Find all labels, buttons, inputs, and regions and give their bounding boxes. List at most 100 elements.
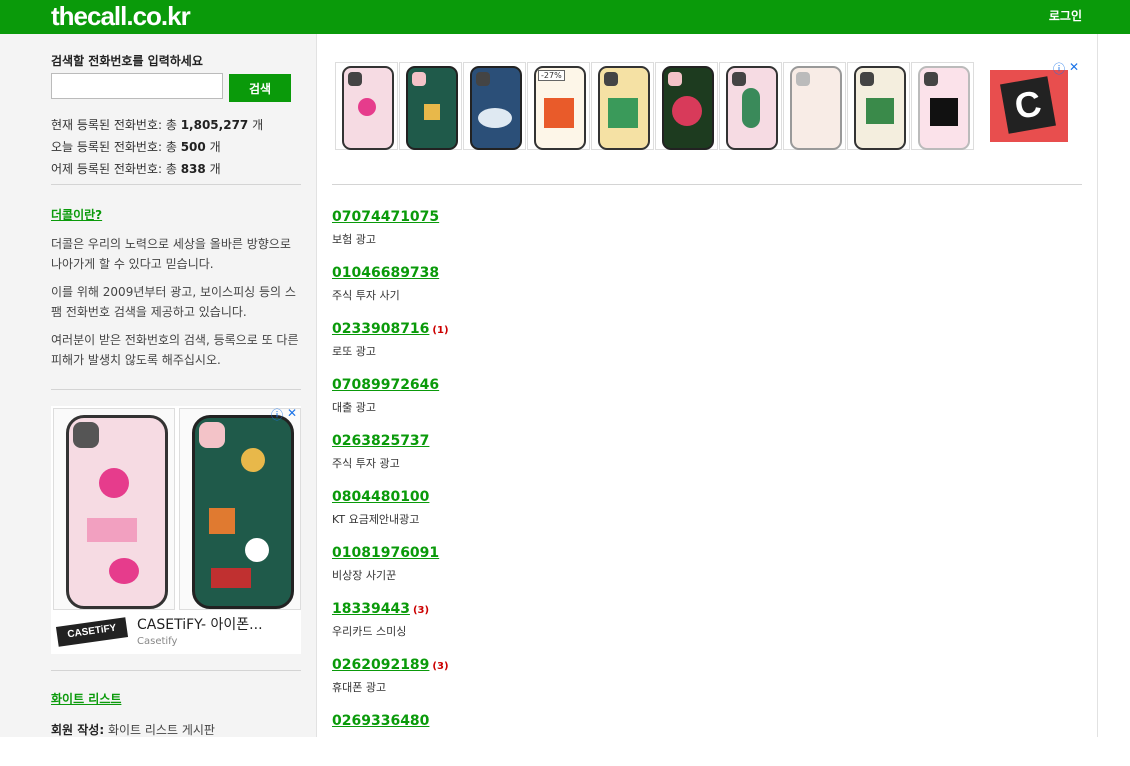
sticker-pattern-icon xyxy=(544,98,574,128)
report-count: (1) xyxy=(432,325,449,336)
camera-icon xyxy=(73,422,99,448)
whitelist-link[interactable]: 화이트 리스트 xyxy=(51,692,121,706)
whitelist-section: 화이트 리스트 회원 작성: 화이트 리스트 게시판 xyxy=(51,688,301,738)
dino-icon xyxy=(742,88,760,128)
discount-badge: -27% xyxy=(538,70,565,81)
about-paragraph-2: 이를 위해 2009년부터 광고, 보이스피싱 등의 스팸 전화번호 검색을 제… xyxy=(51,285,296,319)
list-item: 0262092189 (3) 휴대폰 광고 xyxy=(332,654,1072,710)
phone-number-link[interactable]: 0269336480 xyxy=(332,713,429,729)
list-item: 18339443 (3) 우리카드 스미싱 xyxy=(332,598,1072,654)
camera-icon xyxy=(348,72,362,86)
divider xyxy=(51,670,301,671)
yin-yang-icon xyxy=(245,538,269,562)
phone-number-link[interactable]: 0804480100 xyxy=(332,489,429,505)
top-banner-ad[interactable]: -27% C ⓘ ✕ xyxy=(333,60,1083,152)
login-link[interactable]: 로그인 xyxy=(1049,7,1082,24)
phone-number-link[interactable]: 0263825737 xyxy=(332,433,429,449)
about-paragraph-1: 더콜은 우리의 노력으로 세상을 올바른 방향으로 나아가게 할 수 있다고 믿… xyxy=(51,237,291,271)
camera-icon xyxy=(604,72,618,86)
brand-logo-icon[interactable]: C xyxy=(990,70,1068,142)
pattern-icon xyxy=(424,104,440,120)
phone-case-image xyxy=(662,66,714,150)
phone-number-link[interactable]: 0233908716 xyxy=(332,321,429,337)
number-description: 주식 투자 광고 xyxy=(332,457,400,470)
ad-product-image[interactable] xyxy=(463,62,526,150)
phone-case-image xyxy=(726,66,778,150)
phone-case-image xyxy=(598,66,650,150)
frog-icon xyxy=(866,98,894,124)
list-item: 07074471075 보험 광고 xyxy=(332,206,1072,262)
ad-product-image[interactable] xyxy=(179,408,301,610)
stat-today: 오늘 등록된 전화번호: 총 500 개 xyxy=(51,140,221,154)
list-item: 0233908716 (1) 로또 광고 xyxy=(332,318,1072,374)
ad-info-icon[interactable]: ⓘ xyxy=(271,406,283,423)
ad-info-icon[interactable]: ⓘ xyxy=(1053,60,1065,77)
about-section: 더콜이란? 더콜은 우리의 노력으로 세상을 올바른 방향으로 나아가게 할 수… xyxy=(51,204,301,370)
divider xyxy=(51,389,301,390)
site-logo[interactable]: thecall.co.kr xyxy=(51,1,191,32)
ad-product-image[interactable] xyxy=(399,62,462,150)
pattern-icon xyxy=(211,568,251,588)
ad-close-icon[interactable]: ✕ xyxy=(1069,60,1079,74)
ad-close-icon[interactable]: ✕ xyxy=(287,406,297,420)
list-item: 0804480100 KT 요금제안내광고 xyxy=(332,486,1072,542)
divider xyxy=(332,184,1082,185)
phone-number-link[interactable]: 07089972646 xyxy=(332,377,439,393)
phone-number-link[interactable]: 07074471075 xyxy=(332,209,439,225)
phone-case-image xyxy=(406,66,458,150)
search-input[interactable] xyxy=(51,73,223,99)
camera-icon xyxy=(476,72,490,86)
ad-product-image[interactable] xyxy=(847,62,910,150)
phone-number-link[interactable]: 18339443 xyxy=(332,601,410,617)
number-description: 로또 광고 xyxy=(332,345,376,358)
number-description: 대출 광고 xyxy=(332,401,376,414)
phone-number-link[interactable]: 0262092189 xyxy=(332,657,429,673)
ad-product-image[interactable]: -27% xyxy=(527,62,590,150)
phone-number-link[interactable]: 01046689738 xyxy=(332,265,439,281)
report-count: (3) xyxy=(412,605,430,616)
about-paragraph-3: 여러분이 받은 전화번호의 검색, 등록으로 또 다른 피해가 발생치 않도록 … xyxy=(51,333,299,367)
list-item: 0269336480 xyxy=(332,710,1072,766)
phone-case-image xyxy=(854,66,906,150)
ad-product-image[interactable] xyxy=(53,408,175,610)
sidebar-ad[interactable]: ⓘ ✕ CASETiFY CASETiFY- 아이폰... Casetify xyxy=(51,406,301,654)
number-description: 휴대폰 광고 xyxy=(332,681,387,694)
berry-icon xyxy=(672,96,702,126)
report-count: (3) xyxy=(432,661,449,672)
number-description: 보험 광고 xyxy=(332,233,376,246)
number-description: 우리카드 스미싱 xyxy=(332,625,407,638)
whitelist-board-link[interactable]: 화이트 리스트 게시판 xyxy=(104,723,215,737)
stats-block: 현재 등록된 전화번호: 총 1,805,277 개 오늘 등록된 전화번호: … xyxy=(51,114,301,180)
camera-icon xyxy=(924,72,938,86)
heart-icon xyxy=(109,558,139,584)
main-content: -27% C ⓘ ✕ 07074471075 보험 광고 01046689738 주… xyxy=(317,34,1098,737)
ad-product-image[interactable] xyxy=(335,62,398,150)
ad-product-image[interactable] xyxy=(719,62,782,150)
pattern-icon xyxy=(209,508,235,534)
camera-icon xyxy=(860,72,874,86)
list-item: 0263825737 주식 투자 광고 xyxy=(332,430,1072,486)
phone-number-link[interactable]: 01081976091 xyxy=(332,545,439,561)
list-item: 07089972646 대출 광고 xyxy=(332,374,1072,430)
camera-icon xyxy=(732,72,746,86)
stat-total: 현재 등록된 전화번호: 총 1,805,277 개 xyxy=(51,118,264,132)
sidebar: 검색할 전화번호를 입력하세요 검색 현재 등록된 전화번호: 총 1,805,… xyxy=(0,34,317,737)
member-line: 회원 작성: 화이트 리스트 게시판 xyxy=(51,723,215,737)
cat-icon xyxy=(930,98,958,126)
ad-product-image[interactable] xyxy=(911,62,974,150)
search-button[interactable]: 검색 xyxy=(229,74,291,102)
camera-icon xyxy=(199,422,225,448)
phone-case-image xyxy=(66,415,168,609)
camera-icon xyxy=(412,72,426,86)
stat-yesterday: 어제 등록된 전화번호: 총 838 개 xyxy=(51,162,221,176)
ad-product-image[interactable] xyxy=(783,62,846,150)
phone-case-image xyxy=(342,66,394,150)
ad-product-image[interactable] xyxy=(655,62,718,150)
phone-case-image xyxy=(790,66,842,150)
ad-product-image[interactable] xyxy=(591,62,654,150)
phone-case-image xyxy=(192,415,294,609)
ad-title[interactable]: CASETiFY- 아이폰... xyxy=(137,614,263,634)
phone-case-image xyxy=(918,66,970,150)
about-link[interactable]: 더콜이란? xyxy=(51,208,102,222)
number-description: 비상장 사기꾼 xyxy=(332,569,397,582)
